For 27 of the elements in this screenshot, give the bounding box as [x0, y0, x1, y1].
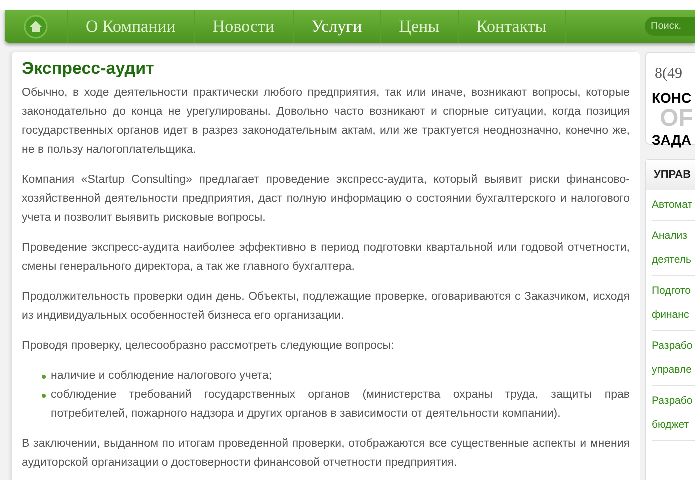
list-item: соблюдение требований государственных органов (министерства охраны труда, защиты прав потребителей, пожарного надзора и других органов в зависимости от деятельности компании). — [51, 388, 630, 422]
panel-header: УПРАВ — [646, 160, 695, 190]
service-link[interactable]: Разрабо управле — [652, 331, 695, 386]
service-link[interactable]: Разрабо бюджет — [652, 386, 695, 441]
banner-text: КОНС — [652, 89, 693, 107]
search-field[interactable]: Поиск. — [645, 17, 695, 36]
bullet-icon — [42, 375, 46, 379]
home-icon[interactable] — [24, 14, 48, 38]
nav-link[interactable]: Услуги — [294, 14, 380, 40]
paragraph: Продолжительность проверки один день. Объекты, подлежащие проверке, оговариваются с Заказчиком, исходя из индивидуальных особенностей бизнеса его организации. — [22, 290, 630, 324]
nav-link[interactable]: Контакты — [458, 14, 565, 40]
nav-link[interactable]: Новости — [194, 14, 293, 40]
paragraph: В заключении, выданном по итогам проведенной проверки, отображаются все существенные аспекты и мнения аудиторской организации о достоверности финансовой отчетности предприятия. — [22, 437, 630, 471]
nav-link[interactable]: О Компании — [68, 14, 194, 40]
service-link[interactable]: Подгото финанс — [652, 276, 695, 331]
list-item: наличие и соблюдение налогового учета; — [51, 369, 272, 384]
bullet-icon — [42, 394, 46, 398]
service-link[interactable]: Автомат — [652, 190, 695, 221]
nav-link[interactable]: Цены — [381, 14, 458, 40]
paragraph: Проведение экспресс-аудита наиболее эффективно в период подготовки квартальной или годовой отчетности, смены генерального директора, а так же главного бухгалтера. — [22, 241, 630, 275]
paragraph: Компания «Startup Consulting» предлагает проведение экспресс-аудита, который выявит риски финансово-хозяйственной деятельности предприятия, даст полную информацию о состоянии бухгалтерского и налогового учета и позволит выявить рисковые вопросы. — [22, 173, 630, 226]
article-title: Экспресс-аудит — [22, 58, 156, 80]
banner-text: ЗАДА — [652, 131, 692, 149]
paragraph: Проводя проверку, целесообразно рассмотреть следующие вопросы: — [22, 339, 396, 354]
paragraph: Обычно, в ходе деятельности практически любого предприятия, так или иначе, возникают вопросы, которые законодательно до конца не урегулированы. Довольно часто возникают и спорные ситуации, когда позиция государственных органов идет в разрез законодательным актам, или же трактуется неоднозначно, конечно же, не в пользу налогоплательщика. — [22, 86, 630, 158]
service-link[interactable]: Анализ деятель — [652, 221, 695, 276]
phone-number: 8(49 — [654, 65, 684, 83]
